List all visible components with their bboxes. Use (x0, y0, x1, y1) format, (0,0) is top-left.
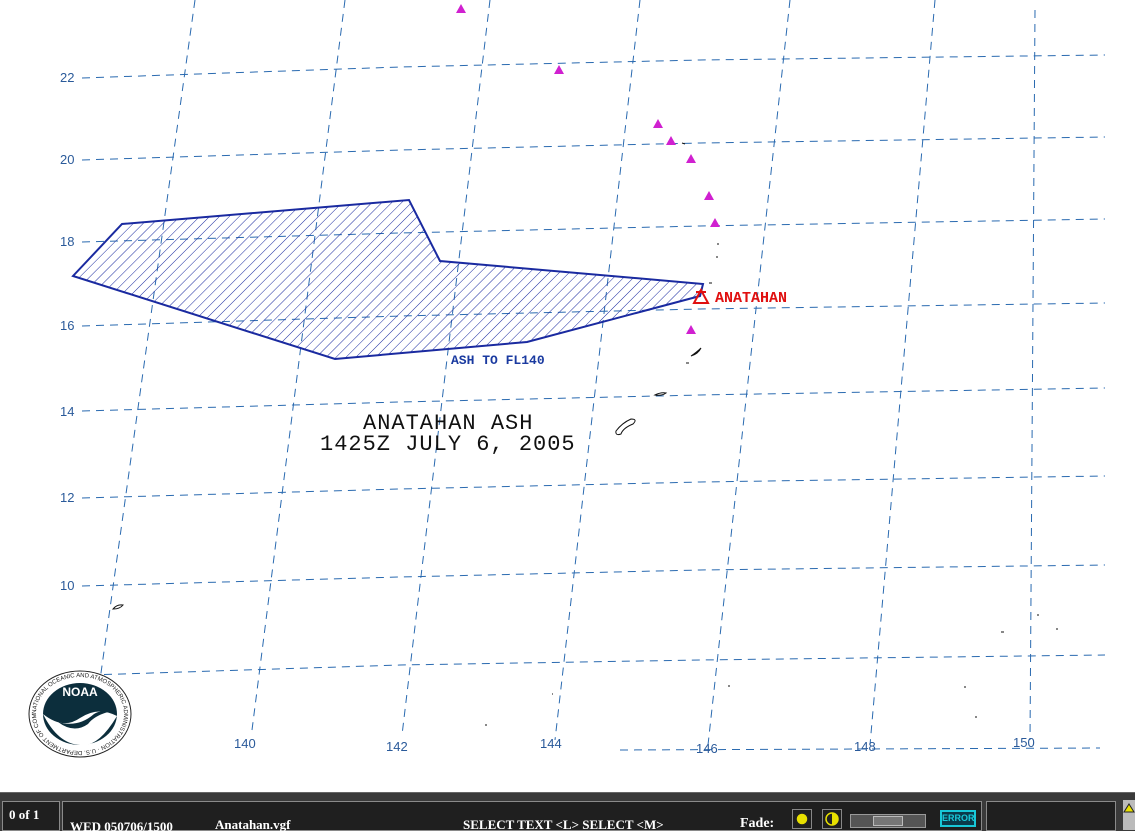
lon-label-140: 140 (234, 736, 256, 751)
volcano-label: ANATAHAN (715, 290, 788, 307)
lat-label-20: 20 (60, 152, 75, 167)
lon-label-142: 142 (386, 739, 408, 754)
map-graphics (71, 0, 1106, 751)
fade-half-button[interactable] (822, 809, 842, 829)
lat-label-10: 10 (60, 578, 75, 593)
lat-label-18: 18 (60, 234, 75, 249)
lat-label-14: 14 (60, 404, 75, 419)
ash-polygon (71, 198, 705, 361)
longitude-gridlines (99, 0, 1101, 751)
lat-label-16: 16 (60, 318, 75, 333)
lon-label-146: 146 (696, 741, 718, 756)
fade-full-button[interactable] (792, 809, 812, 829)
status-message-box (986, 801, 1116, 831)
noaa-logo: NOAA NATIONAL OCEANIC AND ATMOSPHERIC AD… (28, 670, 132, 758)
map-canvas[interactable]: 22 20 18 16 14 12 10 140 142 144 146 148… (0, 0, 1135, 792)
latitude-gridlines (81, 54, 1106, 676)
lat-label-22: 22 (60, 70, 75, 85)
lon-label-148: 148 (854, 739, 876, 754)
fade-slider-thumb[interactable] (873, 816, 903, 826)
frame-counter: 0 of 1 (2, 801, 60, 831)
map-subtitle: 1425Z JULY 6, 2005 (320, 432, 576, 457)
ash-label: ASH TO FL140 (451, 353, 545, 368)
svg-text:NOAA: NOAA (62, 685, 98, 699)
lat-label-12: 12 (60, 490, 75, 505)
scroll-up-arrow-icon[interactable] (1123, 800, 1135, 830)
error-button[interactable]: ERROR (940, 810, 976, 827)
lon-label-150: 150 (1013, 735, 1035, 750)
fade-slider[interactable] (850, 814, 926, 828)
lon-label-144: 144 (540, 736, 562, 751)
